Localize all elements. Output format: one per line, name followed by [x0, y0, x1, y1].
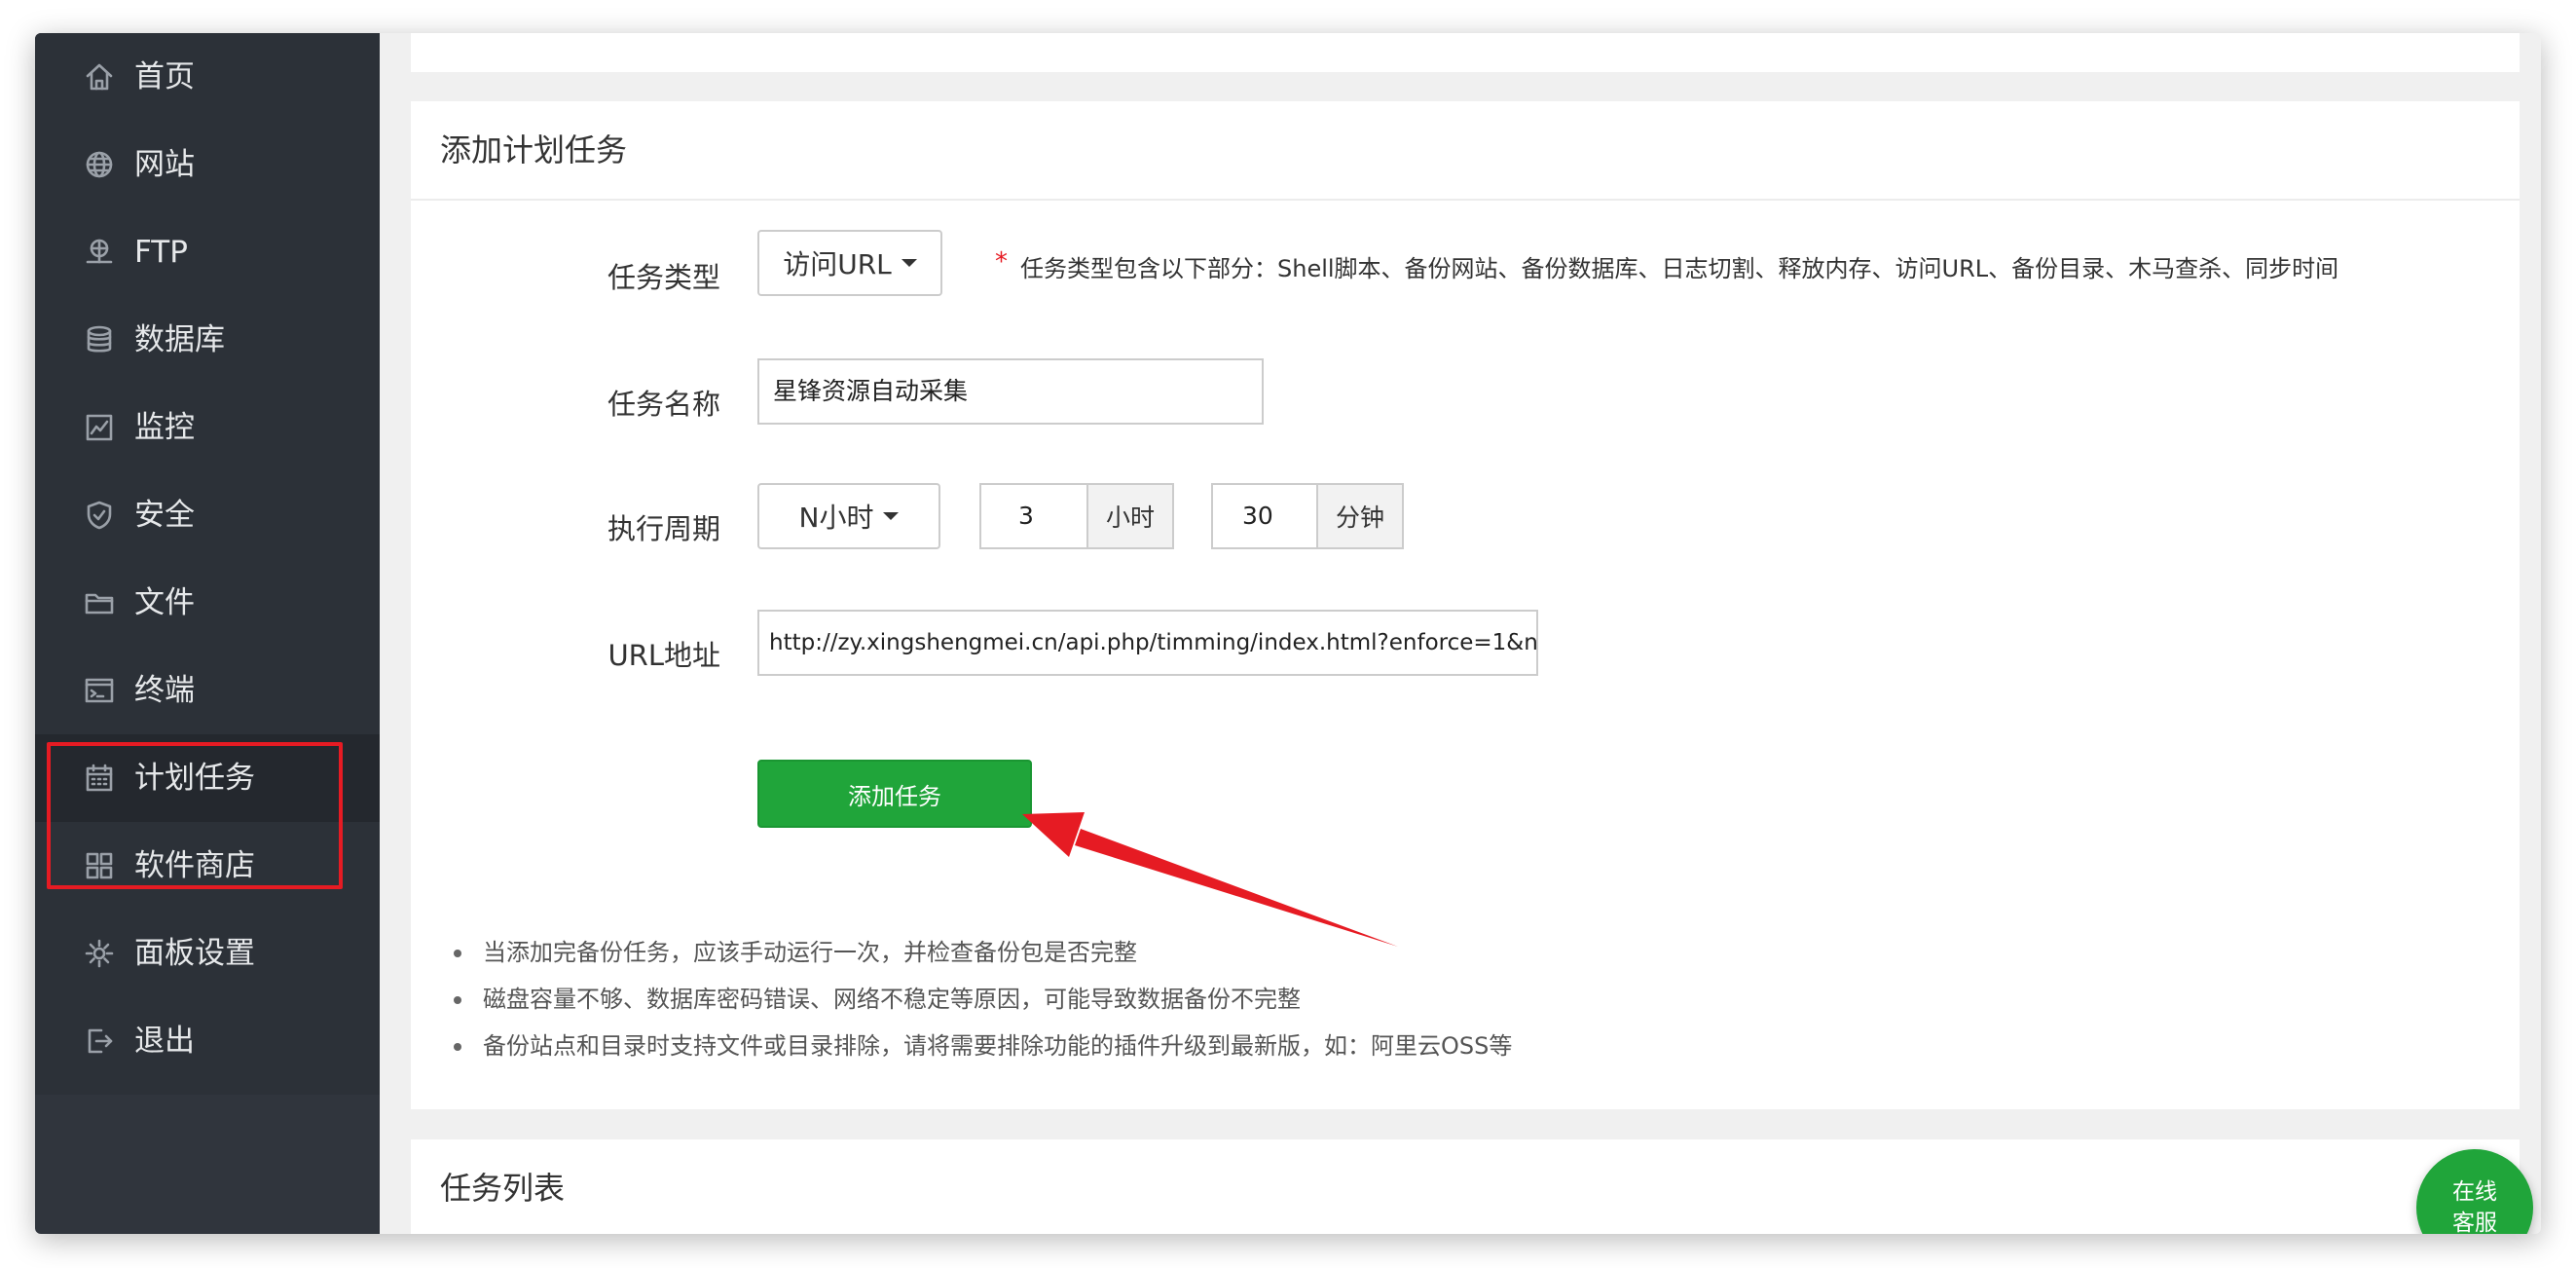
required-mark: *: [995, 247, 1008, 277]
sidebar-item-security[interactable]: 安全: [35, 471, 380, 559]
sidebar-item-label: 首页: [134, 59, 195, 94]
sidebar-item-label: 安全: [134, 498, 195, 533]
globe-icon: [82, 147, 117, 182]
sidebar-item-monitor[interactable]: 监控: [35, 384, 380, 471]
hours-unit: 小时: [1086, 483, 1174, 549]
annotation-highlight-box: [47, 742, 343, 889]
schedule-label: 执行周期: [607, 512, 720, 545]
sidebar-item-settings[interactable]: 面板设置: [35, 910, 380, 997]
sidebar-item-label: 网站: [134, 147, 195, 182]
sidebar-item-label: 文件: [134, 585, 195, 620]
sidebar-nav: 首页 网站 FTP 数据库 监控 安全 文件 终端 计划任务 软件商店 面板设置…: [35, 33, 380, 1095]
task-type-label: 任务类型: [607, 261, 720, 294]
folder-icon: [82, 585, 117, 620]
main-content: 添加计划任务 任务类型 访问URL * 任务类型包含以下部分：Shell脚本、备…: [380, 33, 2541, 1234]
list-item: 磁盘容量不够、数据库密码错误、网络不稳定等原因，可能导致数据备份不完整: [440, 976, 1512, 1023]
task-type-hint: 任务类型包含以下部分：Shell脚本、备份网站、备份数据库、日志切割、释放内存、…: [1020, 255, 2339, 282]
chat-line2: 客服: [2452, 1211, 2497, 1234]
sidebar-item-label: 终端: [134, 673, 195, 708]
minutes-input[interactable]: 30: [1211, 483, 1318, 549]
url-label: URL地址: [607, 639, 720, 672]
list-item: 备份站点和目录时支持文件或目录排除，请将需要排除功能的插件升级到最新版，如：阿里…: [440, 1023, 1512, 1069]
card-divider: [411, 199, 2520, 201]
add-task-card: 添加计划任务 任务类型 访问URL * 任务类型包含以下部分：Shell脚本、备…: [411, 101, 2520, 1109]
sidebar-item-website[interactable]: 网站: [35, 121, 380, 208]
gear-icon: [82, 936, 117, 971]
sidebar-item-home[interactable]: 首页: [35, 33, 380, 121]
card-title: 任务列表: [440, 1170, 566, 1207]
task-list-card: 任务列表: [411, 1139, 2520, 1234]
sidebar-item-label: 数据库: [134, 322, 225, 357]
chevron-down-icon: [901, 259, 917, 267]
sidebar-item-files[interactable]: 文件: [35, 559, 380, 647]
card-title: 添加计划任务: [440, 131, 628, 168]
task-name-input[interactable]: 星锋资源自动采集: [757, 358, 1264, 425]
monitor-icon: [82, 410, 117, 445]
period-select[interactable]: N小时: [757, 483, 940, 549]
sidebar: 首页 网站 FTP 数据库 监控 安全 文件 终端 计划任务 软件商店 面板设置…: [35, 33, 380, 1234]
period-value: N小时: [798, 502, 874, 534]
chat-line1: 在线: [2452, 1179, 2497, 1205]
database-icon: [82, 322, 117, 357]
minutes-unit: 分钟: [1316, 483, 1404, 549]
tips-list: 当添加完备份任务，应该手动运行一次，并检查备份包是否完整 磁盘容量不够、数据库密…: [440, 929, 1512, 1069]
shield-icon: [82, 498, 117, 533]
sidebar-item-label: 监控: [134, 410, 195, 445]
app-window: 首页 网站 FTP 数据库 监控 安全 文件 终端 计划任务 软件商店 面板设置…: [35, 33, 2541, 1234]
add-task-button[interactable]: 添加任务: [757, 760, 1032, 828]
sidebar-item-label: 面板设置: [134, 936, 255, 971]
task-type-select[interactable]: 访问URL: [757, 230, 942, 296]
terminal-icon: [82, 673, 117, 708]
sidebar-item-label: 退出: [134, 1024, 195, 1059]
sidebar-item-terminal[interactable]: 终端: [35, 647, 380, 734]
sidebar-item-ftp[interactable]: FTP: [35, 208, 380, 296]
sidebar-item-label: FTP: [134, 235, 188, 270]
logout-icon: [82, 1024, 117, 1059]
ftp-icon: [82, 235, 117, 270]
home-icon: [82, 59, 117, 94]
previous-card: [411, 33, 2520, 72]
sidebar-item-logout[interactable]: 退出: [35, 997, 380, 1085]
url-input[interactable]: http://zy.xingshengmei.cn/api.php/timmin…: [757, 610, 1538, 676]
task-type-value: 访问URL: [783, 248, 892, 280]
list-item: 当添加完备份任务，应该手动运行一次，并检查备份包是否完整: [440, 929, 1512, 976]
hours-input[interactable]: 3: [979, 483, 1088, 549]
chevron-down-icon: [883, 512, 900, 520]
task-name-label: 任务名称: [607, 388, 720, 421]
sidebar-item-database[interactable]: 数据库: [35, 296, 380, 384]
